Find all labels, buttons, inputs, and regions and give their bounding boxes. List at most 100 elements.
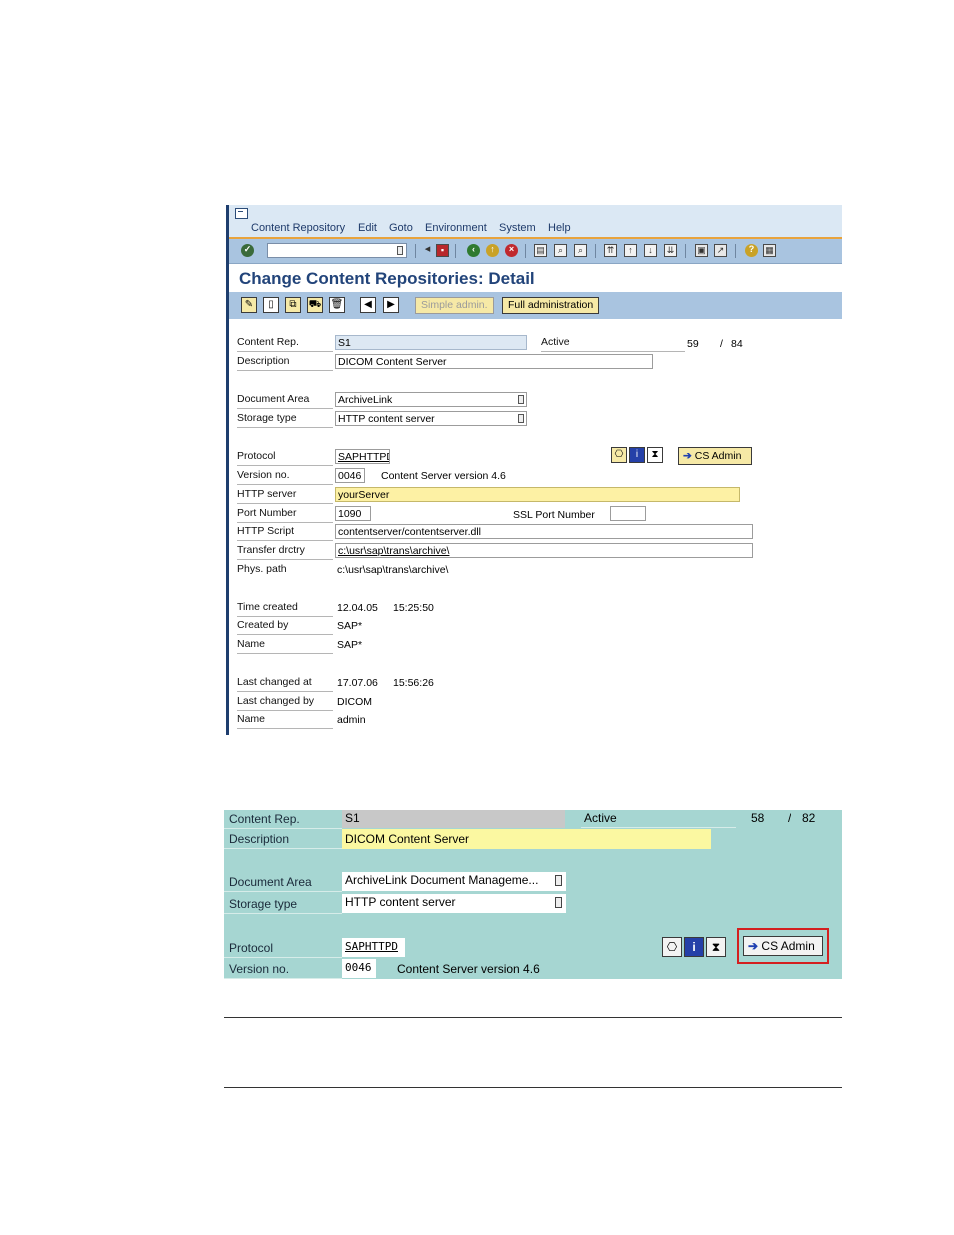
description-field[interactable]: DICOM Content Server <box>342 829 711 849</box>
content-rep-field[interactable]: S1 <box>335 335 527 350</box>
window-menu-icon[interactable] <box>235 208 248 219</box>
menu-environment[interactable]: Environment <box>425 222 487 234</box>
last-changed-label: Last changed at <box>237 673 333 692</box>
storage-type-value: HTTP content server <box>338 413 435 425</box>
info-icon[interactable]: i <box>629 447 645 463</box>
shortcut-icon[interactable]: ↗ <box>714 244 727 257</box>
hierarchy-icon[interactable]: ⎔ <box>611 447 627 463</box>
info-icon[interactable]: i <box>684 937 704 957</box>
menu-content-repository[interactable]: Content Repository <box>251 222 345 234</box>
cancel-icon[interactable]: × <box>505 244 518 257</box>
storage-type-label: Storage type <box>237 409 333 428</box>
create-session-icon[interactable]: ▣ <box>695 244 708 257</box>
active-count: 58 <box>751 811 765 825</box>
port-number-label: Port Number <box>237 504 333 523</box>
toolbar-separator <box>455 244 456 258</box>
back-triangle-icon[interactable]: ◂ <box>421 244 434 257</box>
enter-checkmark-icon[interactable]: ✓ <box>241 244 254 257</box>
help-icon[interactable]: ? <box>745 244 758 257</box>
sap-window: Content Repository Edit Goto Environment… <box>226 205 842 735</box>
layout-menu-icon[interactable]: ▦ <box>763 244 776 257</box>
dropdown-icon[interactable] <box>555 897 562 908</box>
protocol-label: Protocol <box>237 447 333 466</box>
arrow-right-icon: ➔ <box>748 939 759 953</box>
protocol-field[interactable]: SAPHTTPD <box>342 938 405 957</box>
cs-admin-button[interactable]: ➔ CS Admin <box>743 936 823 956</box>
simple-admin-button[interactable]: Simple admin. <box>415 297 494 314</box>
display-change-icon[interactable]: ✎ <box>241 297 257 313</box>
menu-edit[interactable]: Edit <box>358 222 377 234</box>
transport-icon[interactable]: ⛟ <box>307 297 323 313</box>
previous-entry-icon[interactable]: ◀ <box>360 297 376 313</box>
page-title: Change Content Repositories: Detail <box>239 269 535 288</box>
menu-goto[interactable]: Goto <box>389 222 413 234</box>
active-slash: / <box>720 338 723 350</box>
find-next-icon[interactable]: ⌕ <box>574 244 587 257</box>
dropdown-icon[interactable] <box>555 875 562 886</box>
ssl-port-field[interactable] <box>610 506 646 521</box>
find-icon[interactable]: ⌕ <box>554 244 567 257</box>
dropdown-icon[interactable] <box>518 414 524 423</box>
dropdown-icon[interactable] <box>518 395 524 404</box>
document-area-label: Document Area <box>224 873 342 892</box>
toolbar-separator <box>735 244 736 258</box>
menu-system[interactable]: System <box>499 222 536 234</box>
active-count: 59 <box>687 338 699 350</box>
time-created-label: Time created <box>237 598 333 617</box>
document-area-field[interactable]: ArchiveLink Document Manageme... <box>342 872 566 891</box>
time-created-time: 15:25:50 <box>393 602 434 614</box>
menu-help[interactable]: Help <box>548 222 571 234</box>
arrow-right-icon: ➔ <box>683 450 692 462</box>
save-icon[interactable]: ▪ <box>436 244 449 257</box>
next-entry-icon[interactable]: ▶ <box>383 297 399 313</box>
previous-page-icon[interactable]: ↑ <box>624 244 637 257</box>
document-area-value: ArchiveLink Document Manageme... <box>345 873 539 887</box>
description-label: Description <box>237 352 333 371</box>
document-area-value: ArchiveLink <box>338 394 393 406</box>
new-entry-icon[interactable]: ▯ <box>263 297 279 313</box>
changed-name-label: Name <box>237 710 333 729</box>
cs-admin-label: CS Admin <box>761 939 815 953</box>
http-script-field[interactable]: contentserver/contentserver.dll <box>335 524 753 539</box>
cs-admin-highlight: ➔ CS Admin <box>737 928 829 964</box>
transfer-directory-field[interactable]: c:\usr\sap\trans\archive\ <box>335 543 753 558</box>
exit-icon[interactable]: ↑ <box>486 244 499 257</box>
storage-type-field[interactable]: HTTP content server <box>342 894 566 913</box>
description-label: Description <box>224 830 342 849</box>
full-administration-button[interactable]: Full administration <box>502 297 600 314</box>
storage-type-label: Storage type <box>224 895 342 914</box>
version-field[interactable]: 0046 <box>335 468 365 483</box>
next-page-icon[interactable]: ↓ <box>644 244 657 257</box>
version-field[interactable]: 0046 <box>342 959 376 978</box>
toolbar-separator <box>415 244 416 258</box>
content-rep-field[interactable]: S1 <box>342 810 565 828</box>
document-area-field[interactable]: ArchiveLink <box>335 392 527 407</box>
hierarchy-icon[interactable]: ⎔ <box>662 937 682 957</box>
zoomed-detail-screenshot: Content Rep. S1 Active 58 / 82 Descripti… <box>224 810 842 979</box>
storage-type-field[interactable]: HTTP content server <box>335 411 527 426</box>
port-number-field[interactable]: 1090 <box>335 506 371 521</box>
last-page-icon[interactable]: ⇊ <box>664 244 677 257</box>
changed-name-value: admin <box>337 714 366 726</box>
hourglass-icon[interactable]: ⧗ <box>647 447 663 463</box>
command-field[interactable] <box>267 243 407 258</box>
hourglass-icon[interactable]: ⧗ <box>706 937 726 957</box>
print-icon[interactable]: ▤ <box>534 244 547 257</box>
toolbar-separator <box>595 244 596 258</box>
menu-bar: Content Repository Edit Goto Environment… <box>229 205 842 238</box>
back-icon[interactable]: ‹ <box>467 244 480 257</box>
last-changed-by-value: DICOM <box>337 696 372 708</box>
document-area-label: Document Area <box>237 390 333 409</box>
http-server-field[interactable]: yourServer <box>335 487 740 502</box>
cs-admin-button[interactable]: ➔ CS Admin <box>678 447 752 465</box>
first-page-icon[interactable]: ⇈ <box>604 244 617 257</box>
http-server-label: HTTP server <box>237 485 333 504</box>
created-by-value: SAP* <box>337 620 363 632</box>
delete-icon[interactable]: 🗑 <box>329 297 345 313</box>
description-field[interactable]: DICOM Content Server <box>335 354 653 369</box>
command-dropdown-icon[interactable] <box>397 246 403 255</box>
protocol-field[interactable]: SAPHTTPD <box>335 449 390 464</box>
last-changed-date: 17.07.06 <box>337 677 378 689</box>
copy-icon[interactable]: ⧉ <box>285 297 301 313</box>
ssl-port-label: SSL Port Number <box>513 509 595 521</box>
